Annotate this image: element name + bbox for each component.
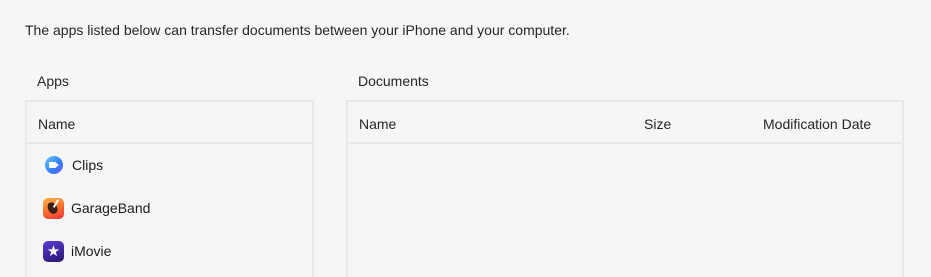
documents-modification-date-column-header[interactable]: Modification Date — [763, 116, 871, 132]
clips-icon — [45, 156, 63, 174]
app-item-garageband[interactable]: GarageBand — [43, 196, 150, 220]
app-item-clips[interactable]: Clips — [43, 153, 103, 177]
documents-section-label: Documents — [358, 73, 429, 89]
documents-table-header: Name Size Modification Date — [348, 102, 902, 144]
apps-list: Name Clips GarageBand ★ iMovie — [25, 100, 314, 277]
documents-name-column-header[interactable]: Name — [359, 116, 396, 132]
app-item-imovie[interactable]: ★ iMovie — [43, 239, 111, 263]
garageband-icon — [43, 197, 64, 219]
apps-name-column-header[interactable]: Name — [38, 116, 75, 132]
documents-table: Name Size Modification Date — [346, 100, 904, 277]
apps-section-label: Apps — [37, 73, 69, 89]
app-item-label: Clips — [72, 157, 104, 173]
apps-list-header: Name — [27, 102, 312, 144]
documents-size-column-header[interactable]: Size — [644, 116, 671, 132]
imovie-icon: ★ — [43, 240, 64, 262]
app-item-label: iMovie — [71, 243, 112, 259]
app-item-label: GarageBand — [71, 200, 151, 216]
intro-text: The apps listed below can transfer docum… — [25, 22, 570, 38]
